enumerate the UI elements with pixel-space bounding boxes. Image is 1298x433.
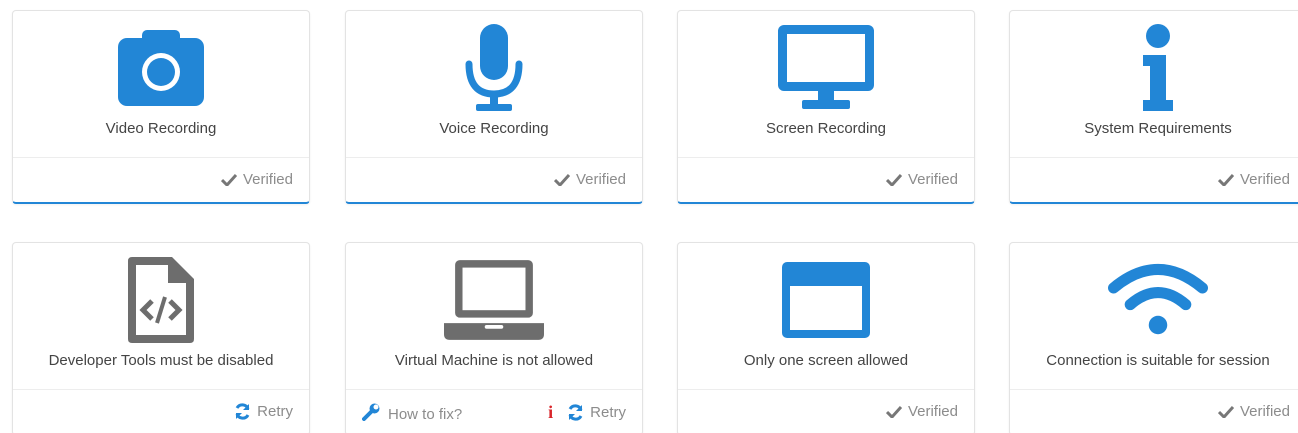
- info-icon: [1108, 23, 1208, 113]
- card-one-screen: Only one screen allowed Verified: [677, 242, 975, 433]
- microphone-icon: [444, 23, 544, 113]
- check-icon: [220, 173, 237, 186]
- refresh-icon: [234, 403, 251, 420]
- laptop-icon: [444, 255, 544, 345]
- status-text: Verified: [907, 171, 958, 188]
- check-icon: [1217, 173, 1234, 186]
- check-icon: [885, 173, 902, 186]
- card-screen-recording: Screen Recording Verified: [677, 10, 975, 204]
- retry-label: Retry: [257, 403, 293, 420]
- status-verified: Verified: [1217, 403, 1290, 420]
- card-system-requirements: System Requirements Verified: [1009, 10, 1298, 204]
- status-verified: Verified: [1217, 171, 1290, 188]
- window-icon: [776, 255, 876, 345]
- info-error-icon[interactable]: i: [548, 403, 553, 421]
- wifi-icon: [1108, 255, 1208, 345]
- status-verified: Verified: [885, 403, 958, 420]
- status-verified: Verified: [553, 171, 626, 188]
- status-text: Verified: [1239, 171, 1290, 188]
- how-to-fix-link[interactable]: How to fix?: [362, 403, 462, 425]
- card-label: Screen Recording: [765, 120, 887, 137]
- card-label: System Requirements: [1084, 120, 1232, 137]
- card-label: Virtual Machine is not allowed: [394, 352, 594, 369]
- card-label: Only one screen allowed: [743, 352, 909, 369]
- check-icon: [1217, 405, 1234, 418]
- code-file-icon: [111, 255, 211, 345]
- card-virtual-machine: Virtual Machine is not allowed How to fi…: [345, 242, 643, 433]
- monitor-icon: [776, 23, 876, 113]
- card-developer-tools: Developer Tools must be disabled Retry: [12, 242, 310, 433]
- status-text: Verified: [575, 171, 626, 188]
- status-text: Verified: [242, 171, 293, 188]
- check-icon: [553, 173, 570, 186]
- camera-icon: [111, 23, 211, 113]
- status-verified: Verified: [220, 171, 293, 188]
- card-label: Connection is suitable for session: [1046, 352, 1270, 369]
- check-icon: [885, 405, 902, 418]
- status-text: Verified: [1239, 403, 1290, 420]
- card-label: Voice Recording: [439, 120, 549, 137]
- card-label: Video Recording: [105, 120, 217, 137]
- retry-button[interactable]: Retry: [234, 403, 293, 420]
- card-connection: Connection is suitable for session Verif…: [1009, 242, 1298, 433]
- status-verified: Verified: [885, 171, 958, 188]
- retry-label: Retry: [590, 403, 626, 421]
- card-label: Developer Tools must be disabled: [48, 352, 274, 369]
- refresh-icon: [567, 403, 584, 421]
- card-voice-recording: Voice Recording Verified: [345, 10, 643, 204]
- retry-button[interactable]: Retry: [567, 404, 626, 421]
- status-text: Verified: [907, 403, 958, 420]
- how-to-fix-label: How to fix?: [388, 405, 463, 423]
- card-video-recording: Video Recording Verified: [12, 10, 310, 204]
- wrench-icon: [362, 403, 380, 425]
- system-check-grid: Video Recording Verified Voice Recording…: [0, 0, 1298, 433]
